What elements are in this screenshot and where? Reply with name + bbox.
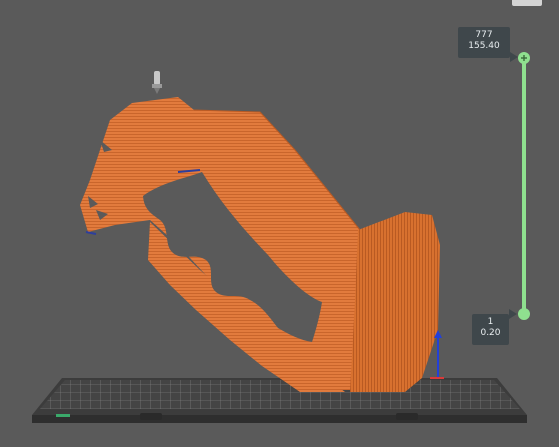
bottom-layer-number: 1 (487, 317, 494, 327)
bottom-layer-height: 0.20 (480, 328, 501, 338)
build-plate (32, 378, 527, 423)
top-tooltip-pointer (510, 52, 518, 62)
axis-z-arrow (434, 330, 442, 378)
top-layer-tooltip: 777 155.40 (458, 27, 510, 58)
sliced-model[interactable] (80, 97, 440, 392)
top-panel-tab[interactable] (512, 0, 542, 6)
top-layer-height: 155.40 (468, 41, 500, 51)
nozzle-icon (152, 71, 162, 94)
top-layer-number: 777 (475, 30, 493, 40)
3d-preview-viewport[interactable] (0, 0, 559, 447)
layer-slider-bottom-handle[interactable] (518, 308, 530, 320)
bottom-tooltip-pointer (509, 309, 517, 319)
layer-slider[interactable] (518, 52, 530, 320)
bottom-layer-tooltip: 1 0.20 (472, 314, 509, 345)
